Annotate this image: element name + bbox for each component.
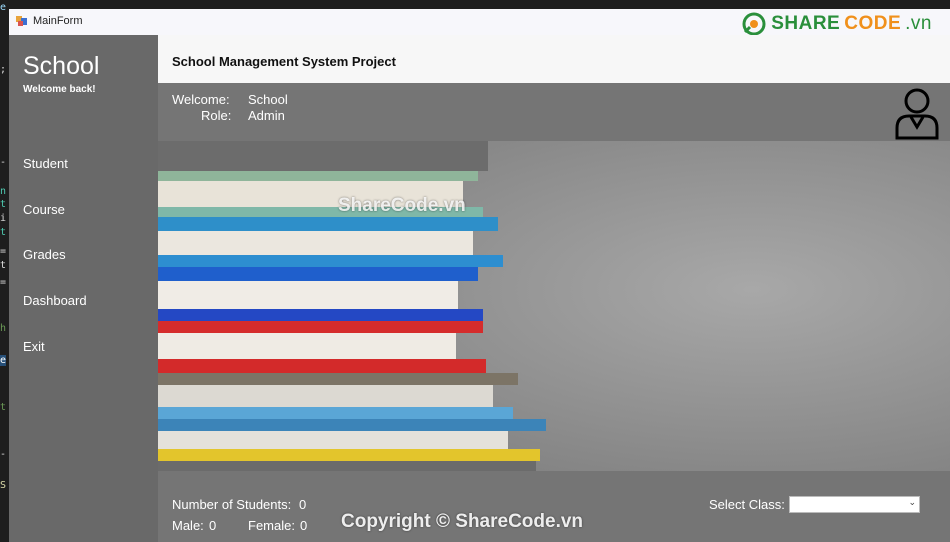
- welcome-value: School: [248, 92, 288, 107]
- select-class-label: Select Class:: [709, 497, 785, 512]
- header-bar: School Management System Project: [158, 35, 950, 83]
- copyright-watermark: Copyright © ShareCode.vn: [341, 511, 584, 532]
- sidebar-item-dashboard[interactable]: Dashboard: [23, 293, 87, 308]
- sidebar-item-student[interactable]: Student: [23, 156, 68, 171]
- male-label: Male:: [172, 518, 204, 533]
- female-label: Female:: [248, 518, 295, 533]
- logo-tld-text: .vn: [905, 13, 932, 34]
- user-info-panel: Welcome: School Role: Admin: [158, 83, 950, 141]
- app-icon: [16, 16, 27, 26]
- hero-watermark: ShareCode.vn: [338, 195, 466, 216]
- select-class-dropdown[interactable]: ⌄: [789, 496, 920, 513]
- stats-panel: Number of Students: 0 Male: 0 Female: 0 …: [158, 471, 950, 542]
- title-bar[interactable]: MainForm SHARE CODE .vn: [9, 9, 950, 36]
- welcome-label: Welcome:: [172, 92, 230, 107]
- sidebar: School Welcome back! Student Course Grad…: [9, 35, 158, 542]
- sharecode-logo-icon: [742, 12, 766, 36]
- window-title: MainForm: [33, 15, 83, 27]
- background-code-editor: e ; - n t i t = t = h e t - S: [0, 0, 9, 542]
- female-value: 0: [300, 518, 308, 533]
- sidebar-item-course[interactable]: Course: [23, 202, 65, 217]
- role-label: Role:: [201, 108, 232, 123]
- role-value: Admin: [248, 108, 285, 123]
- main-form-window: MainForm SHARE CODE .vn School Welcome bac…: [9, 9, 950, 542]
- page-title: School Management System Project: [172, 54, 396, 69]
- logo-code-text: CODE: [844, 13, 902, 34]
- logo-share-text: SHARE: [771, 13, 841, 34]
- user-icon[interactable]: [894, 86, 940, 140]
- sharecode-logo: SHARE CODE .vn: [741, 12, 932, 36]
- sidebar-item-grades[interactable]: Grades: [23, 247, 66, 262]
- sidebar-welcome-back: Welcome back!: [23, 84, 96, 95]
- students-value: 0: [299, 497, 307, 512]
- sidebar-app-name: School: [23, 52, 100, 80]
- hero-image-books: ShareCode.vn: [158, 141, 950, 471]
- male-value: 0: [209, 518, 217, 533]
- students-label: Number of Students:: [172, 497, 292, 512]
- sidebar-item-exit[interactable]: Exit: [23, 339, 45, 354]
- chevron-down-icon: ⌄: [908, 498, 916, 508]
